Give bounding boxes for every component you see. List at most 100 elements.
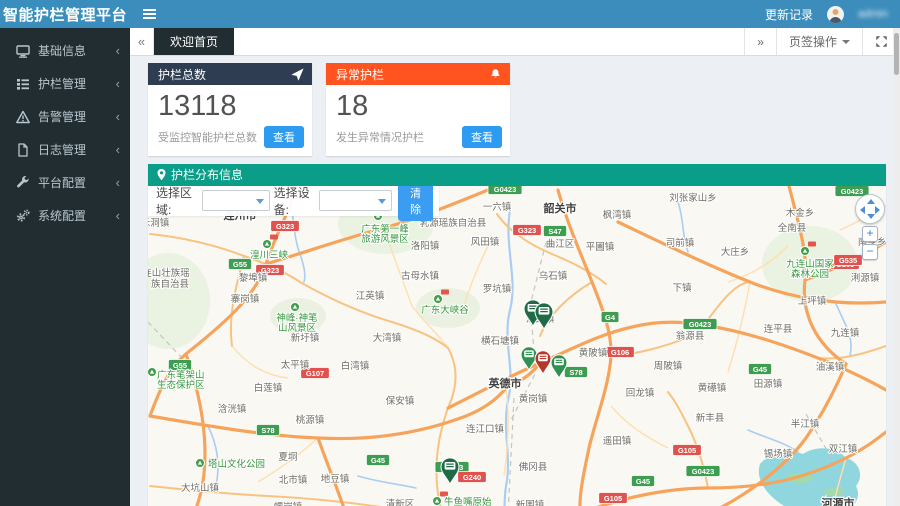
- svg-text:G105: G105: [678, 446, 696, 455]
- town-label: 司前镇: [666, 237, 695, 249]
- svg-text:G45: G45: [371, 456, 385, 465]
- pan-down-icon[interactable]: [867, 213, 875, 219]
- guardrail-total-value: 13118: [158, 90, 237, 122]
- sidebar: 基础信息 ‹ 护栏管理 ‹ 告警管理 ‹ 日志管理 ‹ 平台配置 ‹ 系统配置 …: [0, 28, 130, 506]
- region-filter-label: 选择区域:: [156, 185, 193, 217]
- chevron-left-icon: ‹: [115, 142, 120, 157]
- tab-bar: « 欢迎首页 » 页签操作: [130, 28, 900, 56]
- tab-operations-dropdown[interactable]: 页签操作: [775, 28, 862, 55]
- chevron-left-icon: ‹: [115, 208, 120, 223]
- map-pan-control[interactable]: [855, 193, 885, 224]
- svg-text:S47: S47: [548, 227, 561, 236]
- town-label: 寨岗镇: [231, 293, 260, 305]
- svg-text:牛鱼嘴原始: 牛鱼嘴原始: [444, 496, 492, 506]
- sidebar-toggle-button[interactable]: [130, 0, 168, 28]
- svg-text:G4: G4: [605, 313, 616, 322]
- warning-icon: [16, 110, 30, 123]
- map-marker-icon: [157, 169, 166, 181]
- town-label: 保安镇: [386, 395, 415, 407]
- svg-text:G0423: G0423: [692, 467, 715, 476]
- svg-text:生态保护区: 生态保护区: [157, 379, 205, 391]
- svg-text:G0423: G0423: [841, 187, 864, 196]
- town-label: 禾洞镇: [148, 217, 170, 229]
- pan-right-icon[interactable]: [875, 205, 880, 214]
- update-records-link[interactable]: 更新记录: [765, 6, 813, 23]
- sidebar-item-label: 日志管理: [38, 143, 87, 157]
- card-title: 护栏总数: [158, 67, 207, 82]
- town-label: 上坪镇: [798, 295, 827, 307]
- map-zoom-out-button[interactable]: −: [862, 243, 878, 260]
- page-content: 护栏总数 13118 受监控智能护栏总数 查看 异常护栏 18 发生异常情况护栏…: [130, 57, 900, 506]
- town-label: 族自治县: [151, 278, 189, 290]
- scrollbar-thumb[interactable]: [894, 33, 899, 75]
- town-label: 罗坑镇: [483, 283, 512, 295]
- city-label: 韶关市: [544, 201, 577, 215]
- road-badge: G45: [630, 474, 655, 487]
- town-label: 九连镇: [831, 327, 860, 339]
- town-label: 江英镇: [356, 290, 385, 302]
- sidebar-item-guardrail-mgmt[interactable]: 护栏管理 ‹: [0, 67, 130, 100]
- bell-icon: [491, 68, 500, 78]
- town-label: 锡场镇: [764, 448, 793, 460]
- card-caption: 发生异常情况护栏: [336, 131, 424, 144]
- town-label: 半江镇: [791, 418, 820, 430]
- map-zoom-in-button[interactable]: +: [862, 225, 878, 242]
- sidebar-item-alarm-mgmt[interactable]: 告警管理 ‹: [0, 100, 130, 133]
- sidebar-item-platform-config[interactable]: 平台配置 ‹: [0, 166, 130, 199]
- cogs-icon: [16, 209, 30, 221]
- svg-text:G45: G45: [753, 365, 767, 374]
- view-button[interactable]: 查看: [264, 125, 304, 148]
- town-label: 黄礤镇: [698, 382, 727, 394]
- clear-filter-button[interactable]: 清除: [398, 185, 433, 221]
- card-guardrail-total: 护栏总数 13118 受监控智能护栏总数 查看: [148, 63, 312, 156]
- page-scrollbar[interactable]: [893, 28, 900, 506]
- road-badge: S47: [542, 224, 567, 237]
- town-label: 白湾镇: [341, 360, 370, 372]
- chevron-down-icon: [255, 199, 264, 205]
- town-label: 枫湾镇: [603, 209, 632, 221]
- town-label: 白莲镇: [254, 382, 283, 394]
- tab-welcome-home[interactable]: 欢迎首页: [154, 28, 235, 55]
- sidebar-item-log-mgmt[interactable]: 日志管理 ‹: [0, 133, 130, 166]
- device-select[interactable]: [319, 190, 393, 212]
- svg-text:广东大峡谷: 广东大峡谷: [421, 304, 469, 316]
- device-filter-label: 选择设备:: [273, 185, 310, 217]
- town-label: 风田镇: [471, 236, 500, 248]
- road-badge: G45: [748, 362, 773, 375]
- top-navbar: 智能护栏管理平台 更新记录 admin: [0, 0, 900, 28]
- sidebar-item-system-config[interactable]: 系统配置 ‹: [0, 199, 130, 232]
- road-badge: G535: [833, 253, 863, 266]
- pan-up-icon[interactable]: [867, 198, 875, 204]
- town-label: 桃源镇: [296, 414, 325, 426]
- town-label: 双江镇: [829, 443, 858, 455]
- tabs-scroll-left-button[interactable]: «: [130, 28, 154, 55]
- view-button[interactable]: 查看: [462, 125, 502, 148]
- town-label: 浰源镇: [851, 272, 880, 284]
- region-select[interactable]: [201, 190, 270, 212]
- chevron-left-icon: ‹: [115, 76, 120, 91]
- town-label: 大坑山镇: [181, 482, 220, 494]
- road-badge: G55: [228, 257, 253, 270]
- pan-left-icon[interactable]: [860, 205, 865, 214]
- road-badge: G45: [365, 453, 390, 466]
- town-label: 佛冈县: [519, 461, 548, 473]
- city-label: 河源市: [822, 496, 855, 506]
- road-badge: G323: [270, 219, 300, 232]
- svg-text:G105: G105: [604, 494, 622, 503]
- sidebar-item-basic-info[interactable]: 基础信息 ‹: [0, 34, 130, 67]
- tabs-scroll-right-button[interactable]: »: [744, 28, 776, 55]
- poi-label: 广东笔架山生态保护区: [148, 366, 206, 392]
- card-abnormal-guardrail: 异常护栏 18 发生异常情况护栏 查看: [326, 63, 510, 156]
- username-label[interactable]: admin: [858, 8, 888, 20]
- road-badge: G240: [457, 470, 487, 483]
- sidebar-item-label: 系统配置: [38, 209, 87, 223]
- user-avatar[interactable]: [827, 5, 845, 23]
- road-badge: G105: [598, 491, 628, 504]
- svg-text:G323: G323: [276, 222, 294, 231]
- map-canvas[interactable]: G323G55G323G0423G323S47G106G45G105G0423G…: [148, 185, 886, 506]
- svg-text:G535: G535: [839, 256, 857, 265]
- road-badge: G105: [672, 443, 702, 456]
- map-container[interactable]: G323G55G323G0423G323S47G106G45G105G0423G…: [148, 185, 886, 506]
- town-label: 大庄乡: [721, 246, 750, 258]
- town-label: 黄岗镇: [519, 393, 548, 405]
